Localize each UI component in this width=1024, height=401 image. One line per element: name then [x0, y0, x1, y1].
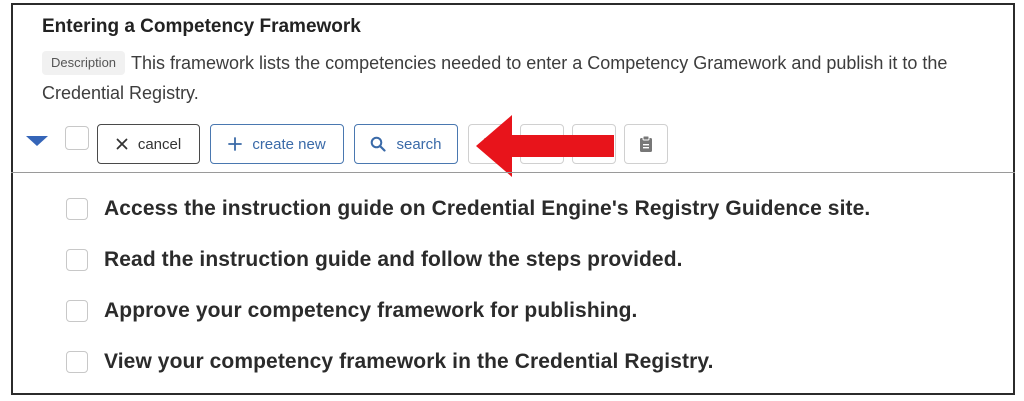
description-tag: Description: [42, 51, 126, 75]
description-text: This framework lists the competencies ne…: [42, 53, 948, 103]
competency-item: Access the instruction guide on Credenti…: [66, 192, 870, 226]
magnifier-icon: [371, 136, 387, 152]
framework-title: Entering a Competency Framework: [42, 16, 361, 37]
clipboard-icon: [640, 135, 652, 152]
search-button[interactable]: search: [354, 124, 458, 164]
annotation-arrow-icon: [476, 115, 614, 177]
competency-checkbox[interactable]: [66, 300, 88, 322]
create-new-label: create new: [252, 135, 326, 153]
divider: [11, 172, 1015, 173]
competency-checkbox[interactable]: [66, 351, 88, 373]
select-all-checkbox[interactable]: [65, 126, 89, 150]
caret-down-icon[interactable]: [26, 136, 48, 146]
competency-label[interactable]: Approve your competency framework for pu…: [104, 299, 638, 323]
x-icon: [116, 138, 128, 150]
framework-description: Description This framework lists the comp…: [42, 48, 992, 108]
competency-item: Read the instruction guide and follow th…: [66, 243, 683, 277]
create-new-button[interactable]: create new: [210, 124, 344, 164]
plus-icon: [228, 137, 243, 151]
competency-checkbox[interactable]: [66, 198, 88, 220]
competency-label[interactable]: Read the instruction guide and follow th…: [104, 248, 683, 272]
competency-item: View your competency framework in the Cr…: [66, 345, 714, 379]
cancel-label: cancel: [137, 135, 182, 153]
search-label: search: [396, 135, 442, 153]
competency-checkbox[interactable]: [66, 249, 88, 271]
cancel-button[interactable]: cancel: [97, 124, 200, 164]
competency-label[interactable]: Access the instruction guide on Credenti…: [104, 197, 870, 221]
competency-item: Approve your competency framework for pu…: [66, 294, 638, 328]
paste-button[interactable]: [624, 124, 668, 164]
competency-label[interactable]: View your competency framework in the Cr…: [104, 350, 714, 374]
